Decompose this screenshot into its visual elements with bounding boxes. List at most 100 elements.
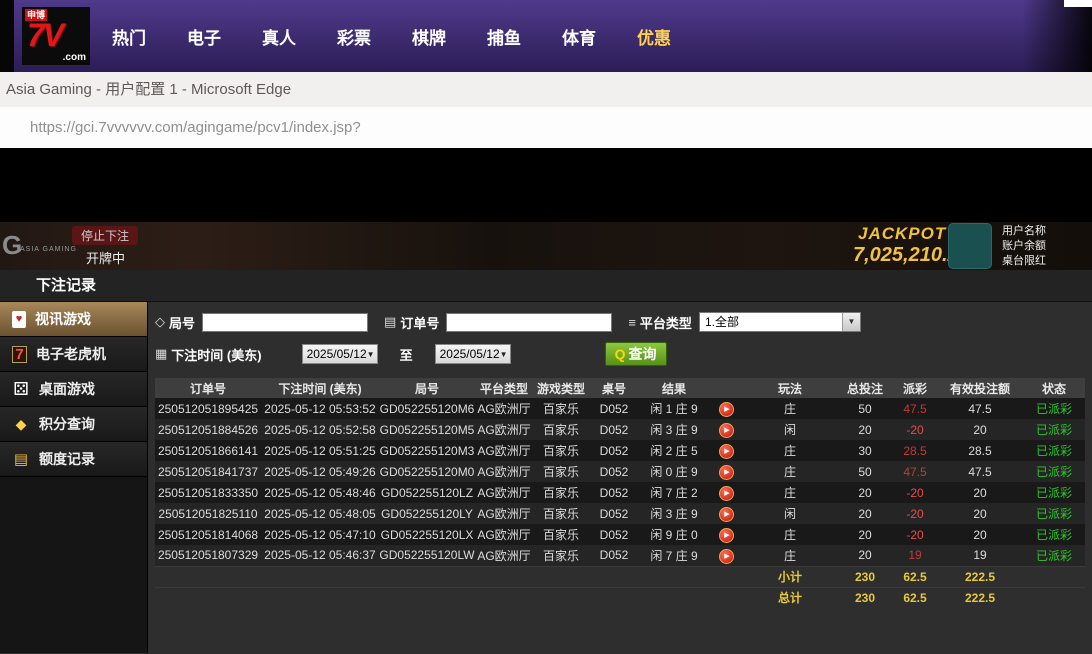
round-input[interactable] xyxy=(202,313,368,332)
cell: 250512051895425 xyxy=(155,398,261,419)
balance-label: 账户余额 xyxy=(1002,239,1046,254)
play-video-icon[interactable]: ▶ xyxy=(719,528,734,543)
bet-records-table: 订单号下注时间 (美东)局号平台类型游戏类型桌号结果玩法总投注派彩有效投注额状态… xyxy=(155,378,1085,608)
nav-item-promotions[interactable]: 优惠 xyxy=(637,24,671,49)
cell: 庄 xyxy=(743,545,837,566)
cell: D052 xyxy=(589,503,639,524)
sidebar-item-video-games[interactable]: ♥视讯游戏 xyxy=(0,302,147,337)
sidebar-item-points-query[interactable]: ◆积分查询 xyxy=(0,407,147,442)
cell: GD052255120LW xyxy=(379,545,475,566)
nav-item-fishing[interactable]: 捕鱼 xyxy=(487,24,521,49)
site-logo[interactable]: 申博 7V .com xyxy=(22,7,90,65)
platform-value: 1.全部 xyxy=(705,315,739,329)
stop-bet-badge: 停止下注 xyxy=(72,226,138,245)
cell: 20 xyxy=(837,524,893,545)
cell: 47.5 xyxy=(937,398,1023,419)
screen: 申博 7V .com 热门电子真人彩票棋牌捕鱼体育优惠 Asia Gaming … xyxy=(0,0,1092,654)
chevron-down-icon: ▼ xyxy=(367,350,375,359)
round-label: 局号 xyxy=(169,313,195,332)
cell: D052 xyxy=(589,524,639,545)
sidebar-item-table-games[interactable]: ⚄桌面游戏 xyxy=(0,372,147,407)
cell: 庄 xyxy=(743,524,837,545)
status-cell: 已派彩 xyxy=(1023,524,1085,545)
status-cell: 已派彩 xyxy=(1023,503,1085,524)
cell: 闲 1 庄 9 xyxy=(639,398,709,419)
nav-item-lottery[interactable]: 彩票 xyxy=(337,24,371,49)
order-label: 订单号 xyxy=(400,313,439,332)
payout-cell: 47.5 xyxy=(893,398,937,419)
cell: D052 xyxy=(589,419,639,440)
nav-item-slots[interactable]: 电子 xyxy=(187,24,221,49)
play-video-icon[interactable]: ▶ xyxy=(719,549,734,564)
username-label: 用户名称 xyxy=(1002,224,1046,239)
cell: 闲 2 庄 5 xyxy=(639,440,709,461)
cell: AG欧洲厅 xyxy=(475,482,533,503)
nav-item-live[interactable]: 真人 xyxy=(262,24,296,49)
table-row: 2505120518333502025-05-12 05:48:46GD0522… xyxy=(155,482,1085,503)
platform-label: 平台类型 xyxy=(640,313,692,332)
diamond-icon: ◆ xyxy=(12,415,30,433)
payout-cell: 19 xyxy=(893,545,937,566)
cell: 20 xyxy=(937,419,1023,440)
cell: 闲 3 庄 9 xyxy=(639,419,709,440)
play-video-icon[interactable]: ▶ xyxy=(719,423,734,438)
info-box xyxy=(948,223,992,269)
cell: 20 xyxy=(837,545,893,566)
status-cell: 已派彩 xyxy=(1023,419,1085,440)
sidebar-item-label: 额度记录 xyxy=(39,449,95,469)
payout-cell: -20 xyxy=(893,524,937,545)
table-row: 2505120518073292025-05-12 05:46:37GD0522… xyxy=(155,545,1085,566)
play-video-icon[interactable]: ▶ xyxy=(719,402,734,417)
play-video-icon[interactable]: ▶ xyxy=(719,486,734,501)
cell: GD052255120LX xyxy=(379,524,475,545)
cell: 闲 9 庄 0 xyxy=(639,524,709,545)
nav-item-sports[interactable]: 体育 xyxy=(562,24,596,49)
video-cell: ▶ xyxy=(709,461,743,482)
cell: GD052255120M5 xyxy=(379,419,475,440)
table-row: 2505120518251102025-05-12 05:48:05GD0522… xyxy=(155,503,1085,524)
chevron-down-icon[interactable]: ▼ xyxy=(842,313,860,331)
jackpot-label: JACKPOT xyxy=(858,224,946,244)
cell: GD052255120LY xyxy=(379,503,475,524)
total-row: 总计 230 62.5 222.5 xyxy=(155,587,1085,608)
date-from-select[interactable]: 2025/05/12 ▼ xyxy=(302,344,378,364)
sidebar-item-slot-machines[interactable]: 7电子老虎机 xyxy=(0,337,147,372)
cell: 闲 0 庄 9 xyxy=(639,461,709,482)
cell: AG欧洲厅 xyxy=(475,503,533,524)
cards-icon: ♥ xyxy=(12,311,26,328)
browser-urlbar[interactable]: https://gci.7vvvvvv.com/agingame/pcv1/in… xyxy=(0,107,1092,148)
cell: 百家乐 xyxy=(533,461,589,482)
cell: 250512051807329 xyxy=(155,545,261,566)
account-info: 用户名称 账户余额 桌台限红 xyxy=(1002,224,1046,269)
date-to-select[interactable]: 2025/05/12 ▼ xyxy=(435,344,511,364)
cell: AG欧洲厅 xyxy=(475,398,533,419)
platform-select[interactable]: 1.全部 ▼ xyxy=(699,312,861,332)
play-video-icon[interactable]: ▶ xyxy=(719,444,734,459)
logo-text: 7V xyxy=(27,17,62,54)
query-button[interactable]: Q 查询 xyxy=(605,342,667,366)
play-video-icon[interactable]: ▶ xyxy=(719,465,734,480)
table-row: 2505120518845262025-05-12 05:52:58GD0522… xyxy=(155,419,1085,440)
table-limit-label: 桌台限红 xyxy=(1002,254,1046,269)
tag-icon: ◇ xyxy=(155,314,165,330)
play-video-icon[interactable]: ▶ xyxy=(719,507,734,522)
cell: 百家乐 xyxy=(533,524,589,545)
cell: 250512051833350 xyxy=(155,482,261,503)
url-text[interactable]: https://gci.7vvvvvv.com/agingame/pcv1/in… xyxy=(0,107,1092,148)
cell: 闲 7 庄 2 xyxy=(639,482,709,503)
content-area: ◇ 局号 ▤ 订单号 ≡ 平台类型 1.全部 ▼ ▦ 下注时间 (美东) xyxy=(148,302,1092,653)
cell: 250512051884526 xyxy=(155,419,261,440)
status-cell: 已派彩 xyxy=(1023,398,1085,419)
status-cell: 已派彩 xyxy=(1023,482,1085,503)
nav-item-boardgames[interactable]: 棋牌 xyxy=(412,24,446,49)
sidebar-item-quota-records[interactable]: ▤额度记录 xyxy=(0,442,147,477)
cell: 庄 xyxy=(743,440,837,461)
filters-row-1: ◇ 局号 ▤ 订单号 ≡ 平台类型 1.全部 ▼ xyxy=(155,310,1092,334)
table-row: 2505120518661412025-05-12 05:51:25GD0522… xyxy=(155,440,1085,461)
video-cell: ▶ xyxy=(709,419,743,440)
nav-item-hot[interactable]: 热门 xyxy=(112,24,146,49)
order-input[interactable] xyxy=(446,313,612,332)
spacer-cell xyxy=(155,587,743,608)
cell: 28.5 xyxy=(937,440,1023,461)
total-total-bet: 230 xyxy=(837,587,893,608)
